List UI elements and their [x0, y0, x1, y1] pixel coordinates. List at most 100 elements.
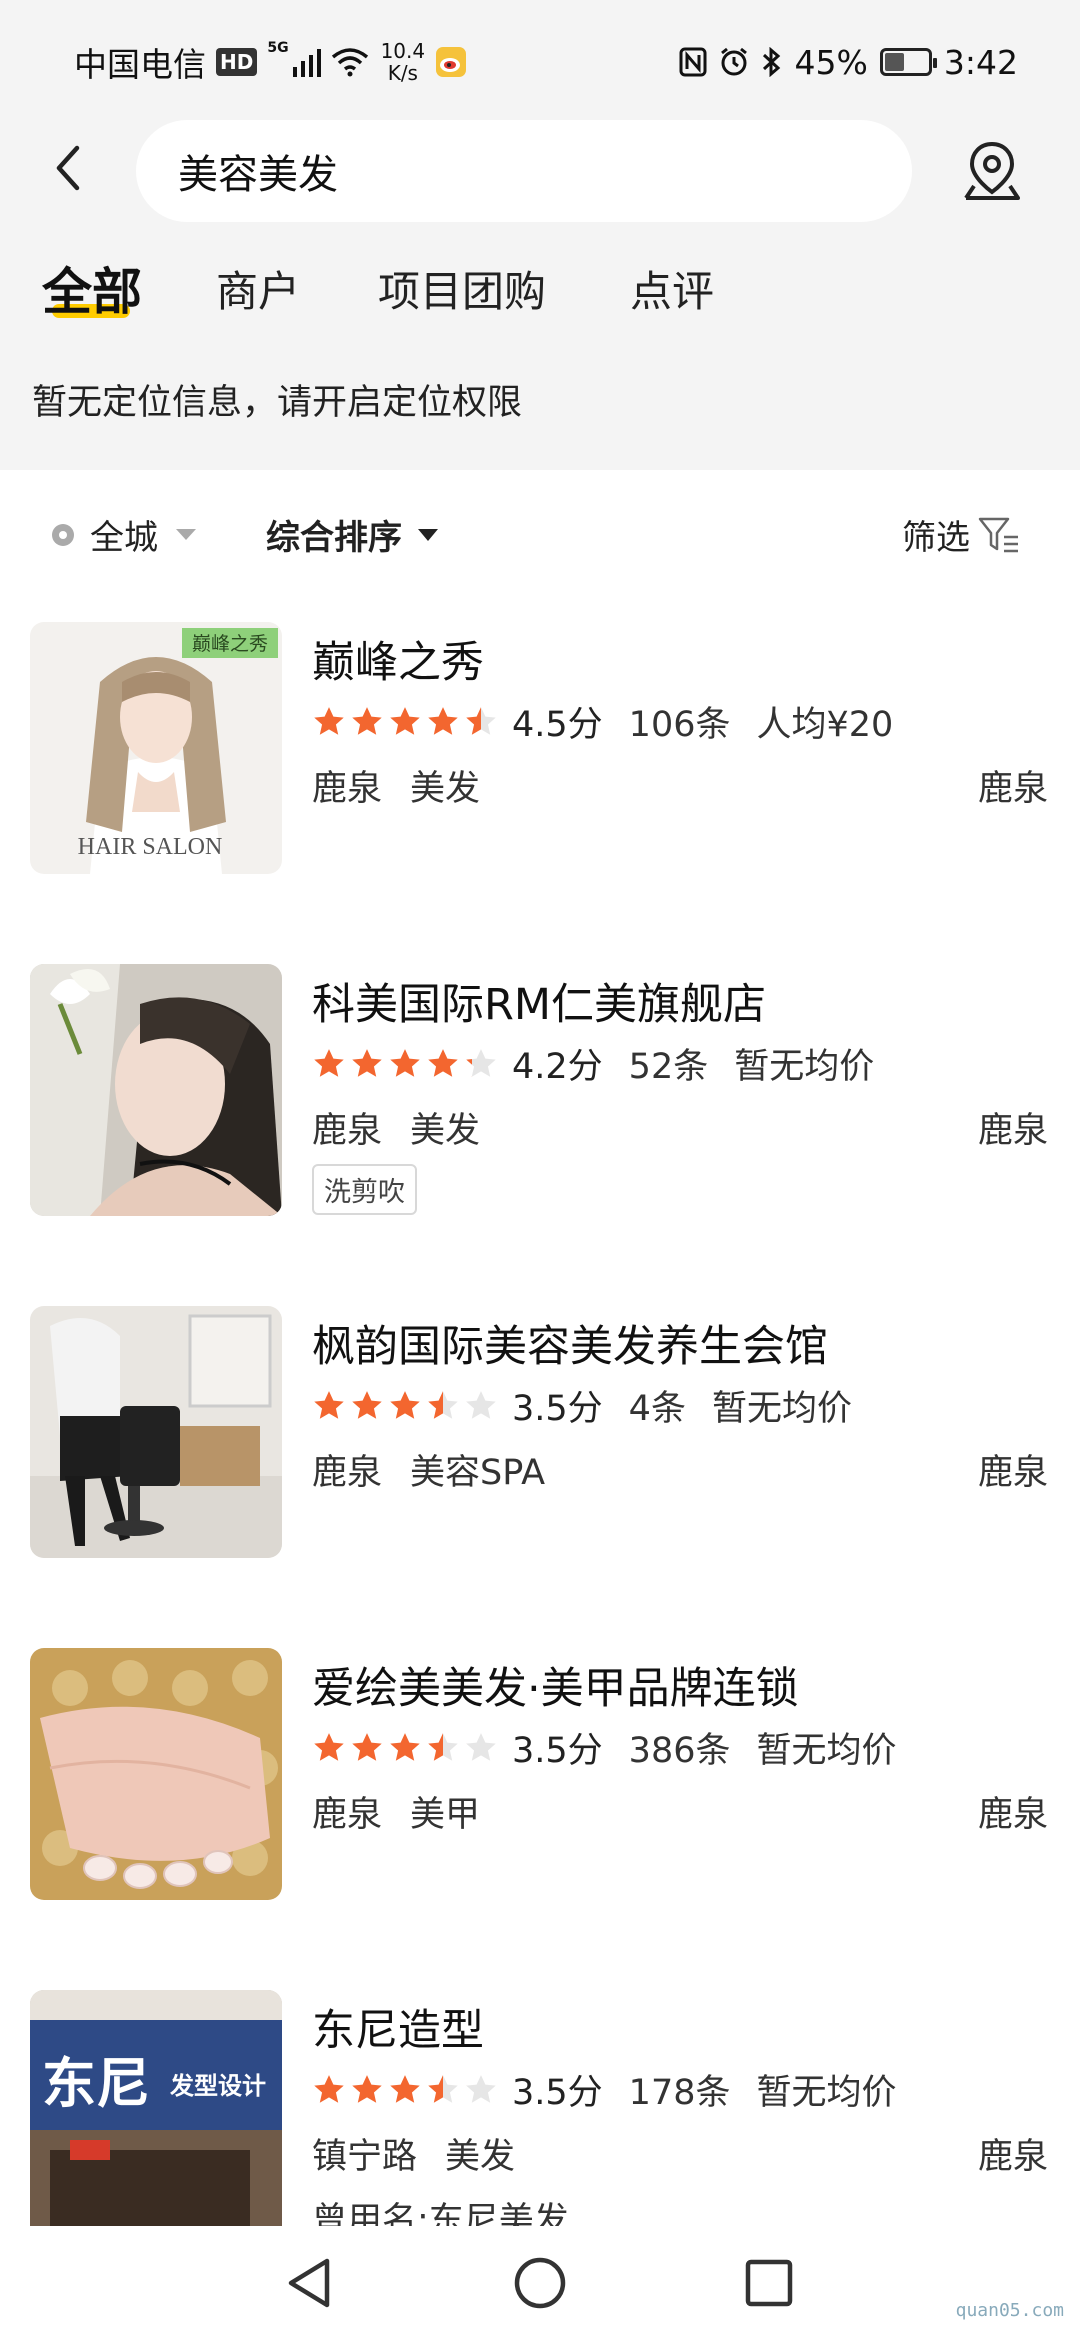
battery-percent: 45% [794, 42, 868, 82]
wifi-icon [331, 48, 368, 77]
rating-score: 3.5分 [512, 1389, 603, 1429]
star-full-icon [352, 1732, 382, 1761]
watermark: quan05.com [955, 2300, 1064, 2321]
shop-list-item[interactable]: 爱绘美美发·美甲品牌连锁 3.5分 386条 暂无均价 鹿泉 美甲 鹿泉 [0, 1648, 1080, 1988]
shop-name: 东尼造型 [312, 2006, 484, 2056]
star-full-icon [390, 706, 420, 735]
shop-area: 鹿泉 [312, 1111, 383, 1151]
square-recents-icon [745, 2259, 793, 2307]
shop-list-item[interactable]: 科美国际RM仁美旗舰店 4.2分 52条 暂无均价 鹿泉 美发 鹿泉 洗剪吹 [0, 964, 1080, 1304]
review-count: 4条 [628, 1389, 686, 1429]
back-button[interactable] [40, 140, 96, 196]
shop-thumbnail [30, 964, 282, 1216]
star-half-icon [428, 1732, 458, 1761]
shop-list-item[interactable]: 巅峰之秀 HAIR SALON 巅峰之秀 4.5分 106条 人均¥20 鹿泉 … [0, 622, 1080, 962]
meta-row: 鹿泉 美容SPA [312, 1444, 545, 1495]
shop-category: 美甲 [410, 1795, 481, 1835]
star-rating [312, 1047, 498, 1081]
tab-group-deals[interactable]: 项目团购 [378, 258, 546, 319]
location-button[interactable] [960, 138, 1024, 202]
clock: 3:42 [943, 42, 1018, 82]
sort-filter-label: 综合排序 [266, 518, 402, 558]
star-full-icon [428, 1048, 458, 1077]
battery-level [884, 53, 904, 71]
price-info: 暂无均价 [711, 1389, 852, 1429]
nav-recents-button[interactable] [734, 2248, 804, 2318]
nfc-icon [679, 47, 707, 77]
net-speed-unit: K/s [387, 61, 418, 85]
star-full-icon [352, 706, 382, 735]
carrier-label: 中国电信 [74, 45, 206, 84]
star-rating [312, 1731, 498, 1765]
bluetooth-icon [762, 47, 780, 77]
star-empty-icon [466, 1390, 496, 1419]
thumb-caption-text: HAIR SALON [78, 834, 223, 860]
shop-list-item[interactable]: 枫韵国际美容美发养生会馆 3.5分 4条 暂无均价 鹿泉 美容SPA 鹿泉 [0, 1306, 1080, 1646]
city-filter[interactable]: 全城 [50, 510, 196, 559]
dropdown-arrow-icon [418, 528, 438, 541]
star-full-icon [352, 2074, 382, 2103]
status-right: 45% 3:42 [679, 36, 1018, 88]
dropdown-arrow-icon [176, 529, 196, 540]
shop-region: 鹿泉 [977, 2137, 1048, 2177]
review-count: 386条 [628, 1731, 731, 1771]
star-full-icon [314, 1048, 344, 1077]
price-info: 人均¥20 [756, 705, 894, 745]
star-full-icon [314, 1732, 344, 1761]
shop-thumbnail [30, 1306, 282, 1558]
thumb-sign-text: 东尼 [42, 2052, 150, 2115]
tab-all[interactable]: 全部 [42, 252, 142, 324]
meta-row: 鹿泉 美甲 [312, 1786, 480, 1837]
rating-row: 3.5分 4条 暂无均价 [312, 1380, 852, 1431]
star-full-icon [314, 706, 344, 735]
shop-region: 鹿泉 [977, 1453, 1048, 1493]
shop-name: 科美国际RM仁美旗舰店 [312, 980, 766, 1030]
star-full-icon [390, 1390, 420, 1419]
price-info: 暂无均价 [756, 1731, 897, 1771]
rating-row: 3.5分 178条 暂无均价 [312, 2064, 897, 2115]
service-tag: 洗剪吹 [312, 1164, 417, 1215]
star-rating [312, 1389, 498, 1423]
network-type: 5G [267, 40, 289, 56]
meta-row: 镇宁路 美发 [312, 2128, 515, 2179]
status-bar: 中国电信 HD 5G 10.4 K/s 45% 3:42 [0, 0, 1080, 120]
rating-score: 4.2分 [512, 1047, 603, 1087]
star-half-icon [428, 2074, 458, 2103]
nav-home-button[interactable] [505, 2248, 575, 2318]
star-half-icon [428, 1390, 458, 1419]
sort-filter[interactable]: 综合排序 [266, 510, 438, 559]
nav-back-button[interactable] [274, 2248, 344, 2318]
price-info: 暂无均价 [734, 1047, 875, 1087]
shop-category: 美发 [445, 2137, 516, 2177]
city-filter-label: 全城 [90, 518, 158, 558]
star-full-icon [314, 1390, 344, 1419]
shop-area: 镇宁路 [312, 2137, 418, 2177]
screen-filter[interactable]: 筛选 [902, 510, 1022, 559]
filter-bar: 全城 综合排序 筛选 [0, 470, 1080, 600]
rating-score: 3.5分 [512, 1731, 603, 1771]
search-input[interactable]: 美容美发 [136, 120, 912, 222]
star-rating [312, 2073, 498, 2107]
star-full-icon [314, 2074, 344, 2103]
meta-row: 鹿泉 美发 [312, 760, 480, 811]
star-full-icon [390, 1732, 420, 1761]
tab-reviews[interactable]: 点评 [630, 258, 714, 319]
thumb-sign-subtext: 发型设计 [169, 2072, 266, 2100]
tab-label: 全部 [42, 263, 142, 321]
shop-name: 枫韵国际美容美发养生会馆 [312, 1322, 828, 1372]
thumb-badge-text: 巅峰之秀 [192, 633, 268, 655]
shop-area: 鹿泉 [312, 1453, 383, 1493]
weibo-icon [436, 47, 467, 77]
shop-category: 美容SPA [410, 1453, 546, 1493]
star-full-icon [390, 1048, 420, 1077]
shop-category: 美发 [410, 769, 481, 809]
shop-category: 美发 [410, 1111, 481, 1151]
triangle-back-icon [288, 2258, 330, 2308]
location-dot-icon [52, 523, 74, 546]
rating-row: 3.5分 386条 暂无均价 [312, 1722, 897, 1773]
system-nav-bar [0, 2226, 1080, 2340]
location-permission-hint[interactable]: 暂无定位信息，请开启定位权限 [32, 374, 522, 425]
tab-merchants[interactable]: 商户 [216, 258, 300, 319]
star-rating [312, 705, 498, 739]
review-count: 52条 [628, 1047, 709, 1087]
